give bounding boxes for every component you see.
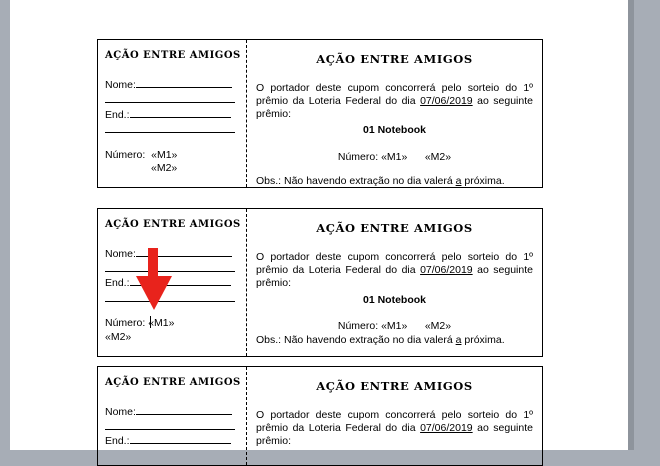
main-title: AÇÃO ENTRE AMIGOS bbox=[316, 221, 473, 235]
name-underline bbox=[135, 86, 232, 88]
draw-date: 07/06/2019 bbox=[420, 95, 473, 107]
m2-placeholder: «M2» bbox=[151, 162, 178, 174]
name-extra-line bbox=[105, 429, 235, 430]
number-field: Número: «M1» bbox=[105, 149, 177, 161]
document-page[interactable]: AÇÃO ENTRE AMIGOS Nome: End.: Número: «M… bbox=[10, 0, 628, 466]
address-field: End.: bbox=[105, 435, 231, 447]
address-label: End.: bbox=[105, 109, 130, 121]
prize-name: 01 Notebook bbox=[362, 294, 426, 306]
coupon-description: O portador deste cupom concorrerá pelo s… bbox=[256, 409, 533, 447]
address-underline bbox=[129, 116, 231, 118]
page-shadow bbox=[628, 0, 634, 450]
name-field: Nome: bbox=[105, 406, 232, 418]
coupon-3: AÇÃO ENTRE AMIGOS Nome: End.: AÇÃO ENTRE… bbox=[97, 366, 543, 466]
main-title: AÇÃO ENTRE AMIGOS bbox=[316, 379, 473, 393]
address-field: End.: bbox=[105, 109, 231, 121]
address-label: End.: bbox=[105, 277, 130, 289]
stub-title: AÇÃO ENTRE AMIGOS bbox=[105, 50, 241, 61]
name-label: Nome: bbox=[105, 248, 136, 260]
coupon-stub: AÇÃO ENTRE AMIGOS Nome: End.: bbox=[98, 367, 247, 465]
address-label: End.: bbox=[105, 435, 130, 447]
number-field: Número: «M1» bbox=[105, 317, 174, 329]
draw-date: 07/06/2019 bbox=[420, 422, 473, 434]
number-label: Número: bbox=[105, 317, 146, 329]
m1-placeholder: «M1» bbox=[148, 317, 175, 329]
coupon-main: AÇÃO ENTRE AMIGOS O portador deste cupom… bbox=[247, 209, 542, 356]
name-underline bbox=[135, 413, 232, 415]
coupon-stub: AÇÃO ENTRE AMIGOS Nome: End.: Número: «M… bbox=[98, 40, 247, 187]
address-underline bbox=[129, 442, 231, 444]
name-field: Nome: bbox=[105, 79, 232, 91]
stub-title: AÇÃO ENTRE AMIGOS bbox=[105, 377, 241, 388]
m2-placeholder: «M2» bbox=[105, 331, 132, 343]
coupon-main: AÇÃO ENTRE AMIGOS O portador deste cupom… bbox=[247, 367, 542, 465]
stub-title: AÇÃO ENTRE AMIGOS bbox=[105, 219, 241, 230]
address-extra-line bbox=[105, 132, 235, 133]
m1-placeholder: «M1» bbox=[151, 149, 178, 161]
main-number-line: Número: «M1» «M2» bbox=[337, 151, 452, 163]
obs-note: Obs.: Não havendo extração no dia valerá… bbox=[256, 175, 505, 187]
number-label: Número: bbox=[105, 149, 146, 161]
main-title: AÇÃO ENTRE AMIGOS bbox=[316, 52, 473, 66]
prize-name: 01 Notebook bbox=[362, 124, 426, 136]
coupon-main: AÇÃO ENTRE AMIGOS O portador deste cupom… bbox=[247, 40, 542, 187]
name-label: Nome: bbox=[105, 79, 136, 91]
draw-date: 07/06/2019 bbox=[420, 264, 473, 276]
coupon-description: O portador deste cupom concorrerá pelo s… bbox=[256, 82, 533, 120]
text-cursor bbox=[150, 316, 151, 328]
coupon-description: O portador deste cupom concorrerá pelo s… bbox=[256, 251, 533, 289]
coupon-1: AÇÃO ENTRE AMIGOS Nome: End.: Número: «M… bbox=[97, 39, 543, 188]
name-extra-line bbox=[105, 102, 235, 103]
main-number-line: Número: «M1» «M2» bbox=[337, 320, 452, 332]
name-label: Nome: bbox=[105, 406, 136, 418]
obs-note: Obs.: Não havendo extração no dia valerá… bbox=[256, 334, 505, 346]
red-arrow-down-icon bbox=[136, 248, 172, 310]
